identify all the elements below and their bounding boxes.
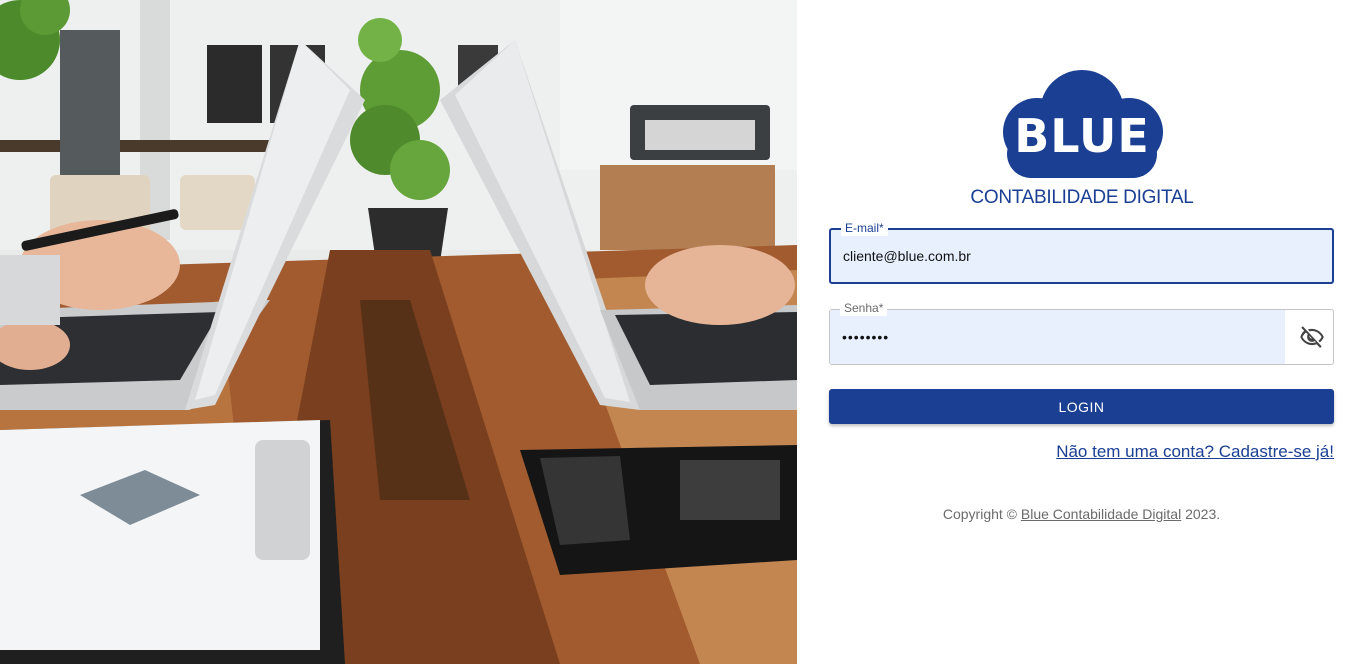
login-button[interactable]: LOGIN xyxy=(829,389,1334,424)
copyright-year: 2023. xyxy=(1185,506,1221,522)
signup-link[interactable]: Não tem uma conta? Cadastre-se já! xyxy=(1056,442,1334,462)
email-input[interactable] xyxy=(843,230,1263,282)
logo-tagline: CONTABILIDADE DIGITAL xyxy=(970,187,1194,208)
login-panel: BLUE CONTABILIDADE DIGITAL E-mail* Senha… xyxy=(797,0,1366,664)
hero-photo xyxy=(0,0,797,664)
email-field: E-mail* xyxy=(829,220,1334,284)
copyright-footer: Copyright © Blue Contabilidade Digital 2… xyxy=(797,506,1366,522)
brand-logo: BLUE CONTABILIDADE DIGITAL xyxy=(957,70,1207,210)
company-link[interactable]: Blue Contabilidade Digital xyxy=(1021,506,1181,522)
logo-wordmark: BLUE xyxy=(1014,109,1150,163)
password-input[interactable] xyxy=(842,310,1262,364)
office-desk-illustration xyxy=(0,0,797,664)
password-field: Senha* xyxy=(829,300,1334,365)
copyright-prefix: Copyright © xyxy=(942,506,1017,522)
eye-off-icon[interactable] xyxy=(1299,324,1325,350)
login-page: BLUE CONTABILIDADE DIGITAL E-mail* Senha… xyxy=(0,0,1366,664)
